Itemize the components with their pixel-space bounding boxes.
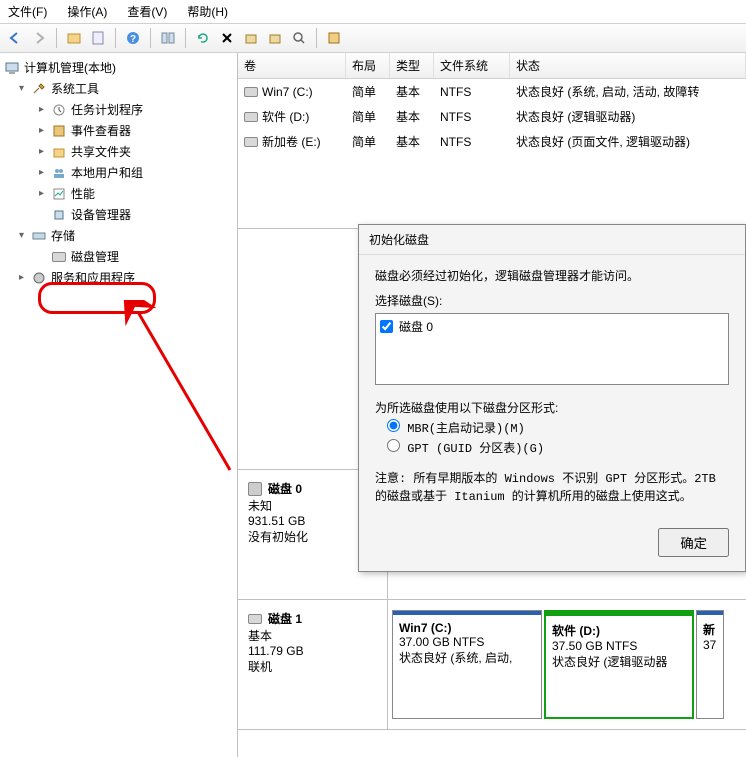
disk-icon <box>51 249 67 265</box>
menubar: 文件(F) 操作(A) 查看(V) 帮助(H) <box>0 0 746 23</box>
drive-icon <box>248 614 262 624</box>
col-type[interactable]: 类型 <box>390 53 434 78</box>
volume-row[interactable]: Win7 (C:) 简单 基本 NTFS 状态良好 (系统, 启动, 活动, 故… <box>238 79 746 104</box>
col-layout[interactable]: 布局 <box>346 53 390 78</box>
drive-icon <box>244 87 258 97</box>
partition-d[interactable]: 软件 (D:) 37.50 GB NTFS 状态良好 (逻辑驱动器 <box>544 610 694 719</box>
tree-services-apps[interactable]: ▸ 服务和应用程序 <box>2 267 235 288</box>
computer-icon <box>4 60 20 76</box>
initialize-disk-dialog: 初始化磁盘 磁盘必须经过初始化，逻辑磁盘管理器才能访问。 选择磁盘(S): 磁盘… <box>358 224 746 572</box>
disk-0-checkbox[interactable]: 磁盘 0 <box>380 318 724 335</box>
navigation-tree: 计算机管理(本地) ▾ 系统工具 ▸ 任务计划程序 ▸ 事件查看器 ▸ 共享文件… <box>0 53 238 757</box>
disk-1-block[interactable]: 磁盘 1 基本 111.79 GB 联机 Win7 (C:) 37.00 GB … <box>238 600 746 730</box>
tree-root[interactable]: 计算机管理(本地) <box>2 57 235 78</box>
disk-1-partitions: Win7 (C:) 37.00 GB NTFS 状态良好 (系统, 启动, 软件… <box>388 600 746 729</box>
disk-select-list[interactable]: 磁盘 0 <box>375 313 729 385</box>
action-button-1[interactable] <box>240 27 262 49</box>
drive-icon <box>244 112 258 122</box>
up-button[interactable] <box>63 27 85 49</box>
svg-text:?: ? <box>130 34 136 45</box>
search-button[interactable] <box>288 27 310 49</box>
mbr-radio[interactable]: MBR(主启动记录)(M) <box>387 419 729 436</box>
services-icon <box>31 270 47 286</box>
col-status[interactable]: 状态 <box>510 53 746 78</box>
menu-action[interactable]: 操作(A) <box>67 3 107 20</box>
mbr-radio-input[interactable] <box>387 419 400 432</box>
help-button[interactable]: ? <box>122 27 144 49</box>
tree-event-viewer[interactable]: ▸ 事件查看器 <box>2 120 235 141</box>
ok-button[interactable]: 确定 <box>658 528 729 557</box>
tree-disk-management[interactable]: 磁盘管理 <box>2 246 235 267</box>
properties-button[interactable] <box>87 27 109 49</box>
expand-icon[interactable]: ▸ <box>36 146 47 157</box>
back-button[interactable] <box>4 27 26 49</box>
menu-view[interactable]: 查看(V) <box>127 3 167 20</box>
gpt-radio-input[interactable] <box>387 439 400 452</box>
delete-button[interactable] <box>216 27 238 49</box>
storage-icon <box>31 228 47 244</box>
partition-e[interactable]: 新 37 <box>696 610 724 719</box>
partition-c[interactable]: Win7 (C:) 37.00 GB NTFS 状态良好 (系统, 启动, <box>392 610 542 719</box>
tree-storage[interactable]: ▾ 存储 <box>2 225 235 246</box>
disk-1-info: 磁盘 1 基本 111.79 GB 联机 <box>238 600 388 729</box>
expand-icon[interactable]: ▸ <box>36 125 47 136</box>
performance-icon <box>51 186 67 202</box>
expand-icon[interactable]: ▸ <box>16 272 27 283</box>
dialog-note: 注意: 所有早期版本的 Windows 不识别 GPT 分区形式。2TB 的磁盘… <box>375 470 729 506</box>
users-icon <box>51 165 67 181</box>
drive-icon <box>244 137 258 147</box>
tree-task-scheduler[interactable]: ▸ 任务计划程序 <box>2 99 235 120</box>
tools-icon <box>31 81 47 97</box>
menu-help[interactable]: 帮助(H) <box>187 3 228 20</box>
gpt-radio[interactable]: GPT (GUID 分区表)(G) <box>387 439 729 456</box>
refresh-button[interactable] <box>192 27 214 49</box>
volume-row[interactable]: 软件 (D:) 简单 基本 NTFS 状态良好 (逻辑驱动器) <box>238 104 746 129</box>
settings-button[interactable] <box>323 27 345 49</box>
folder-icon <box>51 144 67 160</box>
volume-list-header: 卷 布局 类型 文件系统 状态 <box>238 53 746 79</box>
col-filesystem[interactable]: 文件系统 <box>434 53 510 78</box>
tree-shared-folders[interactable]: ▸ 共享文件夹 <box>2 141 235 162</box>
volume-row[interactable]: 新加卷 (E:) 简单 基本 NTFS 状态良好 (页面文件, 逻辑驱动器) <box>238 129 746 154</box>
tree-local-users[interactable]: ▸ 本地用户和组 <box>2 162 235 183</box>
event-icon <box>51 123 67 139</box>
expand-icon[interactable]: ▸ <box>36 167 47 178</box>
disk-0-checkbox-input[interactable] <box>380 320 393 333</box>
menu-file[interactable]: 文件(F) <box>8 3 47 20</box>
disk-icon <box>248 482 262 496</box>
toolbar: ? <box>0 23 746 53</box>
partition-style-label: 为所选磁盘使用以下磁盘分区形式: <box>375 399 729 416</box>
select-disk-label: 选择磁盘(S): <box>375 292 729 309</box>
dialog-title: 初始化磁盘 <box>359 225 745 255</box>
device-icon <box>51 207 67 223</box>
volume-list: Win7 (C:) 简单 基本 NTFS 状态良好 (系统, 启动, 活动, 故… <box>238 79 746 229</box>
clock-icon <box>51 102 67 118</box>
tree-device-manager[interactable]: 设备管理器 <box>2 204 235 225</box>
expand-icon[interactable]: ▸ <box>36 188 47 199</box>
view-mode-button[interactable] <box>157 27 179 49</box>
collapse-icon[interactable]: ▾ <box>16 230 27 241</box>
expand-icon[interactable]: ▸ <box>36 104 47 115</box>
action-button-2[interactable] <box>264 27 286 49</box>
col-volume[interactable]: 卷 <box>238 53 346 78</box>
tree-performance[interactable]: ▸ 性能 <box>2 183 235 204</box>
collapse-icon[interactable]: ▾ <box>16 83 27 94</box>
forward-button[interactable] <box>28 27 50 49</box>
dialog-message: 磁盘必须经过初始化，逻辑磁盘管理器才能访问。 <box>375 267 729 284</box>
tree-system-tools[interactable]: ▾ 系统工具 <box>2 78 235 99</box>
